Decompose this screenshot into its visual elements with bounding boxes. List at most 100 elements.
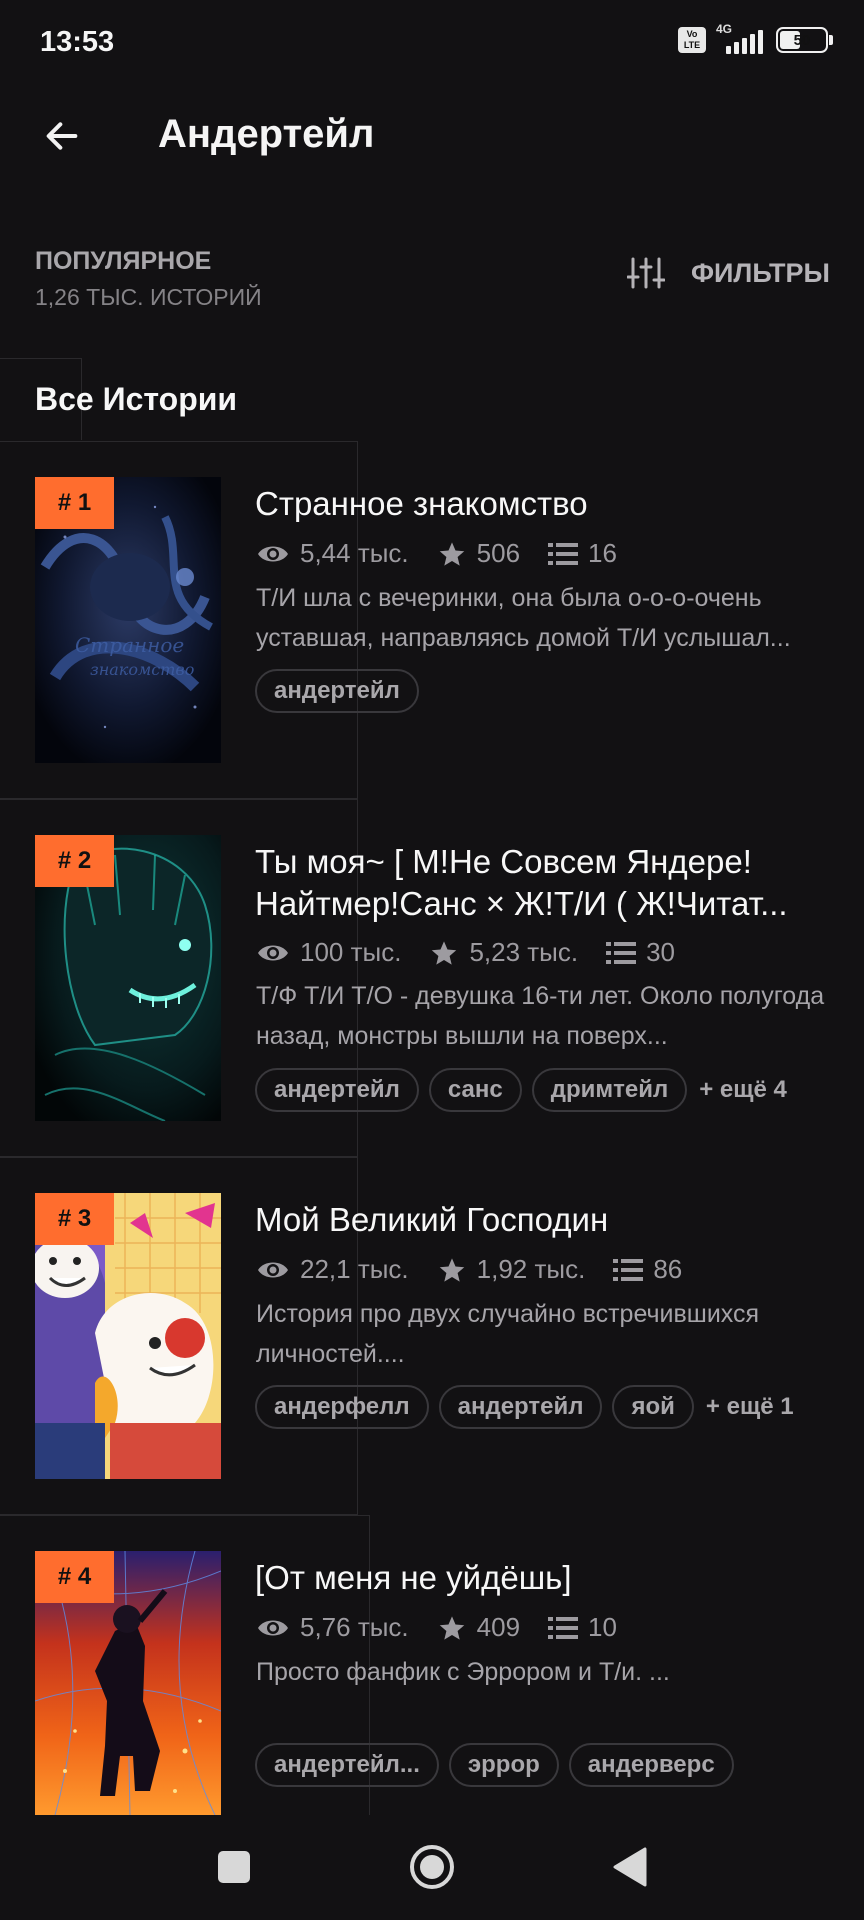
views-stat: 5,44 тыс. bbox=[256, 538, 409, 569]
parts-stat: 30 bbox=[606, 937, 675, 968]
story-description: Т/Ф Т/И Т/О - девушка 16-ти лет. Около п… bbox=[256, 982, 825, 1050]
story-title[interactable]: Ты моя~ [ М!Не Совсем Яндере! Найтмер!Са… bbox=[255, 841, 830, 925]
list-icon bbox=[548, 542, 579, 565]
filters-label: ФИЛЬТРЫ bbox=[690, 257, 830, 288]
story-description: Просто фанфик с Эррором и Т/и. ... bbox=[256, 1658, 670, 1686]
votes-count: 5,23 тыс. bbox=[469, 937, 579, 967]
home-button[interactable] bbox=[402, 1837, 462, 1897]
star-icon bbox=[432, 940, 457, 965]
page-title: Андертейл bbox=[158, 112, 375, 156]
rank-badge: # 3 bbox=[35, 1193, 114, 1245]
story-cover[interactable]: # 3 bbox=[35, 1193, 221, 1479]
story-stats: 100 тыс. 5,23 тыс. 30 bbox=[256, 937, 703, 968]
section-title: Все Истории bbox=[35, 381, 238, 417]
story-card[interactable]: # 2 Ты моя~ [ М!Не Совсем Яндере! Найтме… bbox=[0, 799, 864, 1157]
tag-list: андертейл... эррор андерверс bbox=[255, 1743, 734, 1787]
views-stat: 100 тыс. bbox=[256, 937, 401, 968]
battery-icon: 50 bbox=[776, 27, 833, 53]
parts-count: 10 bbox=[588, 1612, 617, 1642]
votes-count: 1,92 тыс. bbox=[476, 1254, 586, 1284]
story-cover[interactable]: # 2 bbox=[35, 835, 221, 1121]
views-count: 5,44 тыс. bbox=[300, 538, 409, 568]
tag[interactable]: эррор bbox=[448, 1743, 559, 1787]
tag-list: андертейл bbox=[255, 669, 419, 713]
star-icon bbox=[439, 1615, 464, 1640]
tag[interactable]: андертейл... bbox=[255, 1743, 439, 1787]
battery-percent: 50 bbox=[793, 31, 811, 49]
views-stat: 5,76 тыс. bbox=[256, 1612, 409, 1643]
votes-stat: 5,23 тыс. bbox=[429, 937, 578, 968]
story-title[interactable]: Мой Великий Господин bbox=[255, 1199, 830, 1241]
screen: 13:53 Vo LTE 4G 50 Андертейл ПОПУЛЯРНОЕ 1… bbox=[0, 0, 864, 1920]
app-header: Андертейл bbox=[0, 96, 864, 176]
votes-count: 506 bbox=[476, 538, 521, 568]
votes-stat: 409 bbox=[437, 1612, 520, 1643]
tag-list: андерфелл андертейл яой + ещё 1 bbox=[255, 1385, 794, 1429]
parts-count: 86 bbox=[653, 1254, 683, 1284]
sort-label[interactable]: ПОПУЛЯРНОЕ bbox=[35, 247, 211, 276]
list-icon bbox=[548, 1616, 579, 1639]
views-count: 100 тыс. bbox=[300, 937, 402, 967]
votes-stat: 506 bbox=[437, 538, 520, 569]
eye-icon bbox=[258, 945, 288, 960]
parts-count: 16 bbox=[588, 538, 617, 568]
parts-count: 30 bbox=[646, 937, 676, 967]
tag[interactable]: андерверс bbox=[568, 1743, 734, 1787]
circle-icon bbox=[410, 1845, 454, 1889]
rank-badge: # 4 bbox=[35, 1551, 114, 1603]
rank-badge: # 2 bbox=[35, 835, 114, 887]
list-icon bbox=[606, 941, 637, 964]
views-count: 5,76 тыс. bbox=[300, 1612, 409, 1642]
story-card[interactable]: # 4 [От меня не уйдёшь] 5,76 тыс. 409 10… bbox=[0, 1515, 864, 1845]
story-title[interactable]: Странное знакомство bbox=[255, 483, 830, 525]
more-tags-link[interactable]: + ещё 1 bbox=[706, 1393, 794, 1421]
status-icons: Vo LTE 4G 50 bbox=[678, 22, 833, 54]
volte-icon: Vo LTE bbox=[678, 27, 706, 53]
story-description: История про двух случайно встречившихся … bbox=[256, 1300, 760, 1368]
story-cover[interactable]: # 1 Странное знакомство bbox=[35, 477, 221, 763]
tag[interactable]: яой bbox=[612, 1385, 694, 1429]
parts-stat: 16 bbox=[548, 538, 617, 569]
svg-text:Странное: Странное bbox=[75, 633, 184, 657]
triangle-back-icon bbox=[613, 1847, 647, 1887]
tag[interactable]: андертейл bbox=[438, 1385, 603, 1429]
tag[interactable]: дримтейл bbox=[531, 1068, 688, 1112]
votes-count: 409 bbox=[476, 1612, 521, 1642]
parts-stat: 86 bbox=[613, 1254, 682, 1285]
story-cover[interactable]: # 4 bbox=[35, 1551, 221, 1815]
parts-stat: 10 bbox=[548, 1612, 617, 1643]
svg-text:знакомство: знакомство bbox=[90, 660, 194, 679]
square-icon bbox=[218, 1851, 250, 1883]
nav-back-button[interactable] bbox=[600, 1837, 660, 1897]
list-icon bbox=[613, 1258, 644, 1281]
story-stats: 22,1 тыс. 1,92 тыс. 86 bbox=[256, 1254, 710, 1285]
views-stat: 22,1 тыс. bbox=[256, 1254, 409, 1285]
back-button[interactable] bbox=[36, 110, 88, 162]
star-icon bbox=[439, 541, 464, 566]
star-icon bbox=[439, 1257, 464, 1282]
votes-stat: 1,92 тыс. bbox=[437, 1254, 586, 1285]
story-title[interactable]: [От меня не уйдёшь] bbox=[255, 1557, 830, 1599]
tag[interactable]: андерфелл bbox=[255, 1385, 429, 1429]
eye-icon bbox=[258, 1620, 288, 1635]
status-bar: 13:53 Vo LTE 4G 50 bbox=[0, 0, 864, 84]
story-stats: 5,76 тыс. 409 10 bbox=[256, 1612, 645, 1643]
story-stats: 5,44 тыс. 506 16 bbox=[256, 538, 645, 569]
eye-icon bbox=[258, 1262, 288, 1277]
status-time: 13:53 bbox=[40, 26, 115, 58]
views-count: 22,1 тыс. bbox=[300, 1254, 409, 1284]
recents-button[interactable] bbox=[204, 1837, 264, 1897]
story-card[interactable]: # 3 Мой Великий Господин 22,1 тыс. 1,92 … bbox=[0, 1157, 864, 1515]
more-tags-link[interactable]: + ещё 4 bbox=[699, 1076, 787, 1104]
tag[interactable]: андертейл bbox=[255, 1068, 419, 1112]
eye-icon bbox=[258, 546, 288, 561]
rank-badge: # 1 bbox=[35, 477, 114, 529]
tag[interactable]: санс bbox=[428, 1068, 522, 1112]
tag-list: андертейл санс дримтейл + ещё 4 bbox=[255, 1068, 787, 1112]
tag[interactable]: андертейл bbox=[255, 669, 419, 713]
filters-button[interactable]: ФИЛЬТРЫ bbox=[626, 256, 830, 290]
story-card[interactable]: # 1 Странное знакомство Странное знакомс… bbox=[0, 441, 864, 799]
story-count: 1,26 ТЫС. ИСТОРИЙ bbox=[35, 284, 262, 310]
arrow-left-icon bbox=[46, 122, 78, 150]
story-description: Т/И шла с вечеринки, она была о-о-о-очен… bbox=[256, 584, 791, 652]
